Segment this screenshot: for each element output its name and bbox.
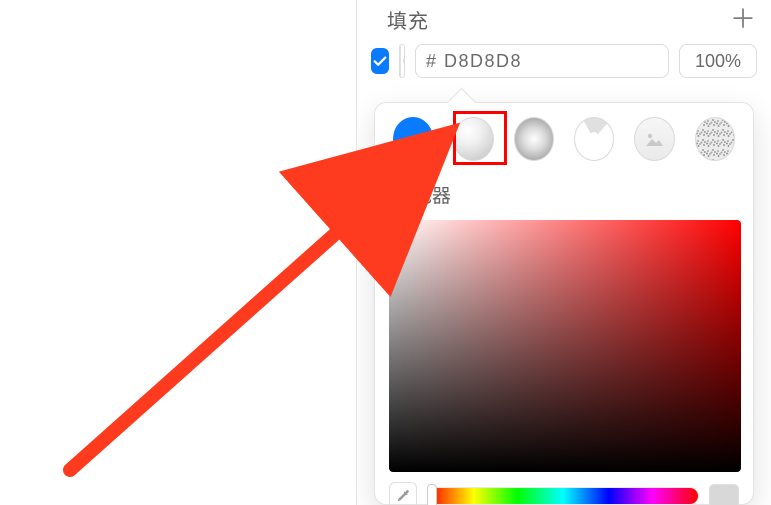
picker-header-label: 色器 [413,181,451,208]
droplet-slash-icon [401,51,405,71]
mode-angular-button[interactable] [574,117,614,161]
picker-header[interactable]: ▼ 色器 [375,169,753,214]
hue-slider-row [375,472,753,505]
fill-mode-row [375,103,753,169]
add-fill-button[interactable]: ＋ [733,9,753,29]
mode-radial-button[interactable] [514,117,554,161]
saturation-handle[interactable] [385,262,399,276]
saturation-field[interactable] [389,220,741,472]
hue-handle[interactable] [427,484,437,505]
disclosure-triangle-icon: ▼ [393,187,407,203]
fill-section-header: 填充 ＋ [357,0,771,40]
hue-slider[interactable] [427,487,699,505]
mode-solid-button[interactable] [393,117,433,161]
mode-noise-button[interactable] [695,117,735,161]
fill-hex-input[interactable] [415,44,669,78]
check-icon [371,52,389,70]
image-icon [642,127,666,151]
current-color-well[interactable] [709,484,739,505]
mode-linear-button[interactable] [453,117,493,161]
mode-image-button[interactable] [634,117,674,161]
fill-enabled-checkbox[interactable] [371,48,389,74]
fill-row [357,40,771,88]
fill-opacity-input[interactable] [679,44,757,78]
fill-section-title: 填充 [387,5,429,34]
fill-swatch-group [399,44,405,78]
fill-type-icon[interactable] [401,45,405,77]
eyedropper-button[interactable] [389,482,417,505]
inspector-panel: 填充 ＋ [356,0,771,505]
color-popover: ▼ 色器 [374,102,754,505]
eyedropper-icon [395,488,411,504]
